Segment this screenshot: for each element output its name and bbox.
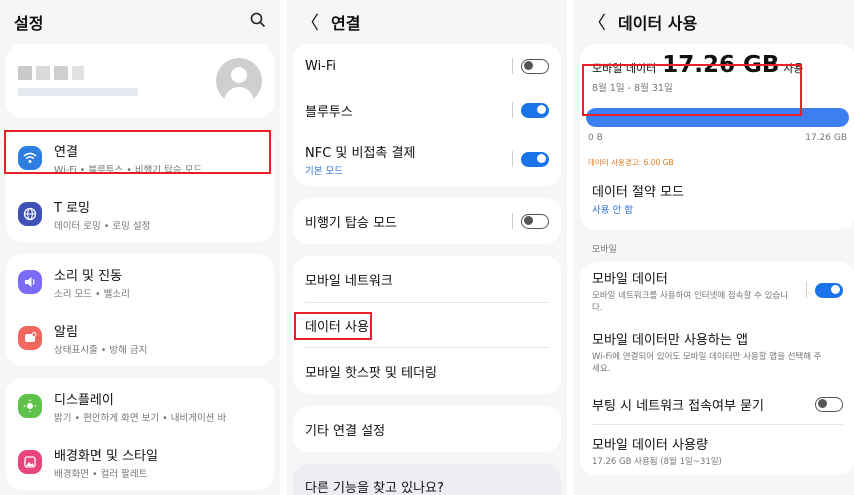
search-icon[interactable] [250, 12, 266, 32]
boot-network-title: 부팅 시 네트워크 접속여부 묻기 [592, 398, 765, 414]
settings-group-sound: 소리 및 진동 소리 모드 • 벨소리 알림 상태표시줄 • 방해 금지 [6, 254, 274, 366]
wallpaper-icon [18, 450, 42, 474]
back-icon[interactable]: 〈 [588, 9, 606, 35]
connections-item-label: 모바일 핫스팟 및 테더링 [305, 365, 437, 381]
boot-network-item[interactable]: 부팅 시 네트워크 접속여부 묻기 [580, 384, 854, 424]
connections-item-wifi[interactable]: Wi-Fi [293, 44, 561, 88]
connections-group-looking: 다른 기능을 찾고 있나요? [293, 464, 561, 495]
bar-min-label: 0 B [588, 133, 603, 143]
connections-item-bluetooth[interactable]: 블루투스 [293, 88, 561, 132]
page-title: 데이터 사용 [618, 14, 698, 33]
wifi-toggle[interactable] [521, 58, 549, 74]
connections-item-other[interactable]: 기타 연결 설정 [293, 406, 561, 452]
mobile-data-sub: 모바일 네트워크를 사용하여 인터넷에 접속할 수 있습니다. [592, 290, 789, 313]
mobile-only-apps-item[interactable]: 모바일 데이터만 사용하는 앱 Wi-Fi에 연결되어 있어도 모바일 데이터만… [580, 318, 854, 384]
mobile-settings-card: 모바일 데이터 모바일 네트워크를 사용하여 인터넷에 접속할 수 있습니다. … [580, 262, 854, 475]
settings-item-sub: 데이터 로밍 • 로밍 설정 [54, 220, 151, 232]
connections-item-label: NFC 및 비접촉 결제 [305, 145, 416, 161]
connections-item-airplane[interactable]: 비행기 탑승 모드 [293, 198, 561, 244]
data-saver-title: 데이터 절약 모드 [592, 184, 684, 200]
mobile-data-usage-title: 모바일 데이터 사용량 [592, 437, 708, 453]
data-saver-sub: 사용 안 함 [592, 204, 633, 216]
settings-item-wallpaper[interactable]: 배경화면 및 스타일 배경화면 • 컬러 팔레트 [6, 434, 274, 490]
settings-header: 설정 [0, 0, 280, 44]
boot-network-toggle[interactable] [815, 396, 843, 412]
globe-icon [18, 202, 42, 226]
settings-item-label: 디스플레이 [54, 392, 114, 408]
mobile-only-sub: Wi-Fi에 연결되어 있어도 모바일 데이터만 사용할 앱을 선택해 주세요. [592, 351, 822, 374]
settings-item-notifications[interactable]: 알림 상태표시줄 • 방해 금지 [6, 310, 274, 366]
connections-item-sub: 기본 모드 [305, 165, 343, 177]
connections-item-label: 블루투스 [305, 104, 353, 120]
settings-item-label: 알림 [54, 324, 78, 340]
settings-item-sub: 밝기 • 편안하게 화면 보기 • 내비게이션 바 [54, 412, 227, 424]
data-usage-panel: 〈 데이터 사용 모바일 데이터 17.26 GB 사용 8월 1일 - 8월 … [574, 0, 854, 495]
airplane-toggle[interactable] [521, 213, 549, 229]
settings-group-display: 디스플레이 밝기 • 편안하게 화면 보기 • 내비게이션 바 배경화면 및 스… [6, 378, 274, 490]
sun-icon [18, 394, 42, 418]
connections-header: 〈 연결 [287, 0, 567, 44]
nfc-toggle[interactable] [521, 151, 549, 167]
connections-item-label: Wi-Fi [305, 58, 337, 74]
connections-group-airplane: 비행기 탑승 모드 [293, 198, 561, 244]
back-icon[interactable]: 〈 [301, 9, 319, 35]
highlight-box-data-usage [294, 312, 372, 340]
bluetooth-toggle[interactable] [521, 102, 549, 118]
connections-group-other: 기타 연결 설정 [293, 406, 561, 452]
account-name-blurred [18, 66, 138, 96]
settings-item-sub: 배경화면 • 컬러 팔레트 [54, 468, 148, 480]
usage-warning: 데이터 사용경고: 6.00 GB [588, 158, 674, 167]
looking-for-something-else[interactable]: 다른 기능을 찾고 있나요? [293, 464, 561, 495]
bar-max-label: 17.26 GB [805, 133, 847, 143]
settings-item-label: T 로밍 [54, 200, 90, 216]
data-saver-item[interactable]: 데이터 절약 모드 사용 안 함 [580, 172, 854, 224]
connections-item-mobile-network[interactable]: 모바일 네트워크 [293, 256, 561, 302]
mobile-data-usage-item[interactable]: 모바일 데이터 사용량 17.26 GB 사용됨 (8월 1일~31일) [580, 425, 854, 475]
connections-group-wireless: Wi-Fi 블루투스 NFC 및 비접촉 결제 기본 모드 [293, 44, 561, 186]
connections-item-label: 비행기 탑승 모드 [305, 215, 397, 231]
settings-item-sub: 소리 모드 • 벨소리 [54, 288, 130, 300]
connections-item-nfc[interactable]: NFC 및 비접촉 결제 기본 모드 [293, 132, 561, 186]
settings-item-sub: 상태표시줄 • 방해 금지 [54, 344, 148, 356]
connections-item-label: 다른 기능을 찾고 있나요? [305, 480, 444, 495]
mobile-data-item[interactable]: 모바일 데이터 모바일 네트워크를 사용하여 인터넷에 접속할 수 있습니다. [580, 262, 854, 318]
profile-card[interactable] [6, 44, 274, 118]
highlight-box-connections [4, 130, 271, 174]
data-usage-header: 〈 데이터 사용 [574, 0, 854, 44]
connections-item-label: 기타 연결 설정 [305, 423, 386, 439]
settings-item-t-roaming[interactable]: T 로밍 데이터 로밍 • 로밍 설정 [6, 186, 274, 242]
page-title: 연결 [331, 14, 361, 33]
section-header-mobile: 모바일 [592, 245, 617, 255]
settings-panel: 설정 연결 Wi-Fi • 블루투스 • 비행기 탑승 모드 T 로밍 데이터 … [0, 0, 280, 495]
speaker-icon [18, 270, 42, 294]
mobile-data-toggle[interactable] [815, 282, 843, 298]
page-title: 설정 [14, 14, 44, 33]
connections-item-hotspot[interactable]: 모바일 핫스팟 및 테더링 [293, 348, 561, 394]
settings-item-label: 배경화면 및 스타일 [54, 448, 158, 464]
highlight-box-mobile-data-amount [582, 64, 802, 116]
connections-item-label: 모바일 네트워크 [305, 273, 393, 289]
avatar[interactable] [216, 58, 262, 104]
settings-item-sound[interactable]: 소리 및 진동 소리 모드 • 벨소리 [6, 254, 274, 310]
mobile-only-title: 모바일 데이터만 사용하는 앱 [592, 332, 748, 348]
mobile-data-usage-sub: 17.26 GB 사용됨 (8월 1일~31일) [592, 456, 722, 467]
notification-icon [18, 326, 42, 350]
settings-item-label: 소리 및 진동 [54, 268, 123, 284]
settings-item-display[interactable]: 디스플레이 밝기 • 편안하게 화면 보기 • 내비게이션 바 [6, 378, 274, 434]
mobile-data-title: 모바일 데이터 [592, 271, 668, 287]
connections-panel: 〈 연결 Wi-Fi 블루투스 NFC 및 비접촉 결제 기본 모드 비행기 탑… [287, 0, 567, 495]
